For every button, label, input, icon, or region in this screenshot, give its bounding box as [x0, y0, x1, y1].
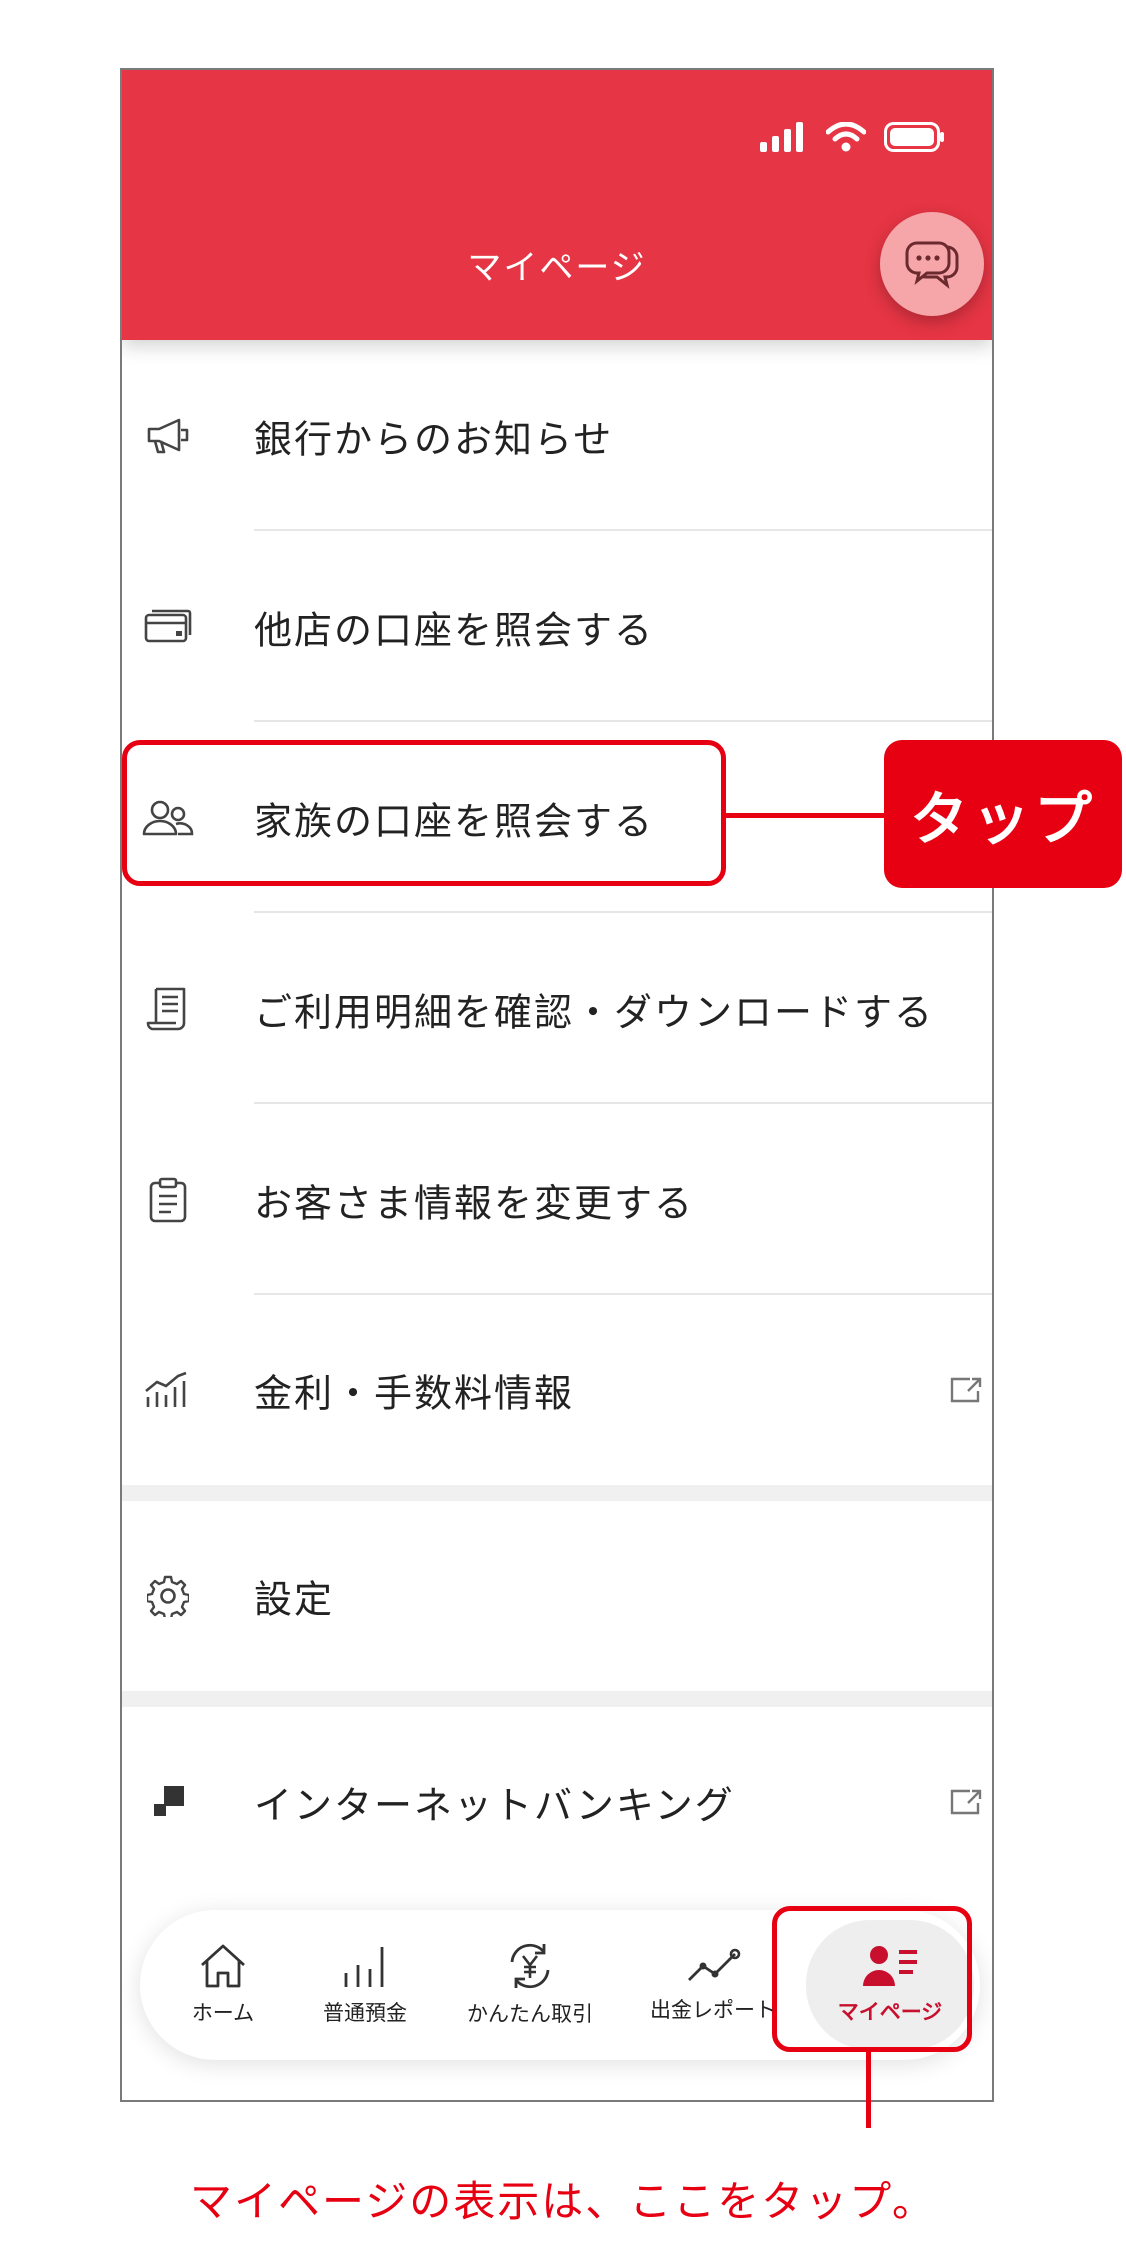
- section-gap: [122, 1691, 992, 1707]
- section-gap: [122, 1485, 992, 1501]
- menu-item-label: 他店の口座を照会する: [254, 608, 655, 652]
- menu-item-label: インターネットバンキング: [254, 1783, 735, 1828]
- yen-exchange-icon: [510, 1943, 550, 1989]
- home-icon: [201, 1944, 245, 1988]
- bars-icon: [344, 1947, 384, 1987]
- family-accounts-highlight: [122, 740, 726, 886]
- trend-line-icon: [688, 1948, 741, 1981]
- callout-connector: [724, 813, 884, 818]
- wifi-icon: [826, 122, 866, 152]
- clipboard-icon: [140, 1172, 196, 1228]
- external-link-icon: [950, 1377, 982, 1403]
- tab-label: ホーム: [191, 2001, 255, 2025]
- card-stack-icon: [140, 599, 196, 655]
- menu-item-label: お客さま情報を変更する: [254, 1181, 695, 1225]
- menu-item-other-bank-accounts[interactable]: 他店の口座を照会する: [122, 531, 992, 722]
- tab-home[interactable]: ホーム: [158, 1910, 288, 2060]
- caption-connector: [866, 2050, 871, 2128]
- tab-label: 普通預金: [323, 2001, 407, 2025]
- menu-item-bank-news[interactable]: 銀行からのお知らせ: [122, 340, 992, 531]
- battery-icon: [884, 122, 944, 152]
- menu-item-customer-info[interactable]: お客さま情報を変更する: [122, 1104, 992, 1295]
- menu-item-rates-fees[interactable]: 金利・手数料情報: [122, 1295, 992, 1485]
- menu-item-label: 銀行からのお知らせ: [254, 417, 614, 461]
- blocks-icon: [140, 1774, 196, 1830]
- page-title: マイページ: [467, 248, 647, 288]
- statement-icon: [140, 981, 196, 1037]
- menu-item-label: ご利用明細を確認・ダウンロードする: [254, 990, 935, 1034]
- tab-label: マイページ: [837, 2000, 943, 2024]
- signal-icon: [760, 122, 803, 152]
- tab-label: 出金レポート: [650, 1998, 776, 2022]
- rate-chart-icon: [140, 1362, 196, 1418]
- user-list-icon: [863, 1946, 917, 1986]
- instruction-caption: マイページの表示は、ここをタップ。: [190, 2177, 936, 2226]
- chat-button[interactable]: [880, 212, 984, 316]
- menu-item-settings[interactable]: 設定: [122, 1501, 992, 1691]
- tab-savings[interactable]: 普通預金: [300, 1910, 430, 2060]
- menu-list: 銀行からのお知らせ 他店の口座を照会する 家族の口座を照会する ご利用明細を確認…: [122, 340, 992, 1897]
- tab-easy-transactions[interactable]: かんたん取引: [450, 1910, 610, 2060]
- phone-screen: マイページ 銀行からのお知らせ 他店の口座を照会する 家族の口座を照会する ご利…: [120, 68, 994, 2102]
- tap-callout: タップ: [884, 740, 1122, 888]
- external-link-icon: [950, 1789, 982, 1815]
- tab-label: かんたん取引: [467, 2002, 593, 2026]
- megaphone-icon: [140, 408, 196, 464]
- menu-item-internet-banking[interactable]: インターネットバンキング: [122, 1707, 992, 1897]
- gear-icon: [140, 1568, 196, 1624]
- chat-bubbles-icon: [905, 241, 959, 289]
- menu-item-statements[interactable]: ご利用明細を確認・ダウンロードする: [122, 913, 992, 1104]
- menu-item-label: 設定: [254, 1577, 335, 1622]
- app-header: マイページ: [122, 70, 992, 340]
- status-bar: [760, 122, 946, 152]
- menu-item-label: 金利・手数料情報: [254, 1371, 575, 1416]
